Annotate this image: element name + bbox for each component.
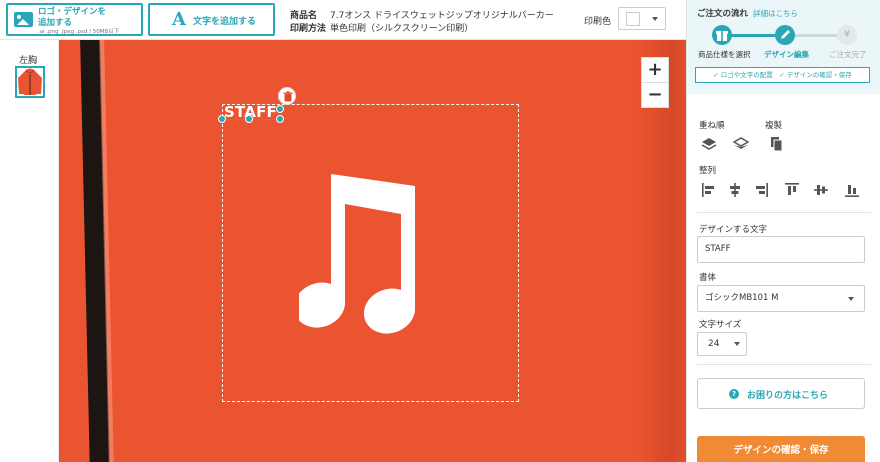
duplicate-label: 複製 xyxy=(765,121,783,131)
pencil-icon xyxy=(781,30,790,39)
font-size-label: 文字サイズ xyxy=(699,320,742,330)
product-name-value: 7.7オンス ドライスウェットジップオリジナルパーカー xyxy=(330,11,554,21)
font-label: 書体 xyxy=(699,273,717,283)
thumbnail-label-left-chest: 左胸 xyxy=(19,56,38,66)
add-logo-label-line1: ロゴ・デザインを xyxy=(38,7,107,17)
font-select[interactable]: ゴシックMB101 M xyxy=(697,285,865,312)
question-icon: ? xyxy=(729,389,739,399)
print-method-row: 印刷方法 単色印刷（シルクスクリーン印刷） xyxy=(290,21,473,34)
font-size-value: 24 xyxy=(708,339,720,349)
step-2-circle xyxy=(775,25,795,45)
image-icon xyxy=(14,12,33,27)
print-color-select[interactable] xyxy=(618,7,666,30)
placement-thumbnails: 左胸 xyxy=(0,40,59,462)
zoom-in-button[interactable]: + xyxy=(641,57,669,83)
step-3-circle: ¥ xyxy=(837,25,857,45)
add-logo-button[interactable]: ロゴ・デザインを 追加する .ai .png .jpeg .psd / 50MB… xyxy=(6,3,143,36)
hoodie-icon xyxy=(18,68,42,95)
design-text-label: デザインする文字 xyxy=(699,225,768,235)
order-flow: ご注文の流れ 詳細はこちら ¥ 商品仕様を選択 デザイン編集 ご注文完了 ✓ ロ… xyxy=(687,0,880,94)
add-text-button[interactable]: A 文字を追加する xyxy=(148,3,275,36)
add-text-label: 文字を追加する xyxy=(193,17,257,27)
step-1-label: 商品仕様を選択 xyxy=(698,50,751,59)
layer-order-label: 重ね順 xyxy=(699,121,725,131)
bring-forward-icon[interactable] xyxy=(701,136,717,152)
help-button[interactable]: ? お困りの方はこちら xyxy=(697,378,865,409)
step-2-label: デザイン編集 xyxy=(764,50,809,59)
align-left-icon[interactable] xyxy=(701,182,717,198)
thumbnail-left-chest[interactable] xyxy=(15,66,45,98)
chevron-down-icon xyxy=(848,297,854,301)
print-method-label: 印刷方法 xyxy=(290,24,327,34)
divider xyxy=(697,364,871,365)
yen-icon: ¥ xyxy=(843,29,851,40)
step-1-circle xyxy=(712,25,732,45)
align-bottom-icon[interactable] xyxy=(844,182,860,198)
print-color-swatch xyxy=(626,12,640,26)
font-size-select[interactable]: 24 xyxy=(697,332,747,356)
gift-icon xyxy=(716,31,728,41)
edit-hint: ✓ ロゴや文字の配置 ✓ デザインの確認・保存 xyxy=(695,67,870,83)
order-flow-title: ご注文の流れ xyxy=(697,9,749,19)
resize-handle-bottom[interactable] xyxy=(245,115,253,123)
align-right-icon[interactable] xyxy=(753,182,769,198)
align-label: 整列 xyxy=(699,166,717,176)
divider xyxy=(697,212,871,213)
editor-panel: ご注文の流れ 詳細はこちら ¥ 商品仕様を選択 デザイン編集 ご注文完了 ✓ ロ… xyxy=(686,0,880,462)
order-flow-details-link[interactable]: 詳細はこちら xyxy=(753,8,798,19)
confirm-save-button[interactable]: デザインの確認・保存 xyxy=(697,436,865,462)
print-method-value: 単色印刷（シルクスクリーン印刷） xyxy=(330,24,474,34)
design-text-input[interactable]: STAFF xyxy=(697,236,865,263)
product-name-label: 商品名 xyxy=(290,11,318,21)
add-logo-label-line2: 追加する xyxy=(38,18,73,28)
text-object-staff[interactable]: STAFF xyxy=(218,103,284,125)
upload-formats-note: .ai .png .jpeg .psd / 50MB以下 xyxy=(38,29,120,35)
chevron-down-icon xyxy=(734,342,740,346)
font-select-value: ゴシックMB101 M xyxy=(705,293,779,303)
music-note-design[interactable] xyxy=(299,174,445,338)
help-button-label: お困りの方はこちら xyxy=(747,391,829,401)
design-canvas[interactable]: + − STAFF xyxy=(59,40,686,462)
text-a-icon: A xyxy=(172,9,186,30)
copy-icon[interactable] xyxy=(768,136,784,152)
top-toolbar: ロゴ・デザインを 追加する .ai .png .jpeg .psd / 50MB… xyxy=(0,0,686,40)
send-backward-icon[interactable] xyxy=(733,136,749,152)
chevron-down-icon xyxy=(652,17,658,21)
zoom-out-button[interactable]: − xyxy=(641,82,669,108)
align-center-horizontal-icon[interactable] xyxy=(727,182,743,198)
resize-handle-left[interactable] xyxy=(218,115,226,123)
align-middle-vertical-icon[interactable] xyxy=(813,182,829,198)
step-3-label: ご注文完了 xyxy=(829,50,867,59)
product-name-row: 商品名 7.7オンス ドライスウェットジップオリジナルパーカー xyxy=(290,8,554,21)
align-top-icon[interactable] xyxy=(784,182,800,198)
resize-handle-right[interactable] xyxy=(276,105,284,113)
print-color-label: 印刷色 xyxy=(584,17,612,27)
resize-handle-bottom-right[interactable] xyxy=(276,115,284,123)
